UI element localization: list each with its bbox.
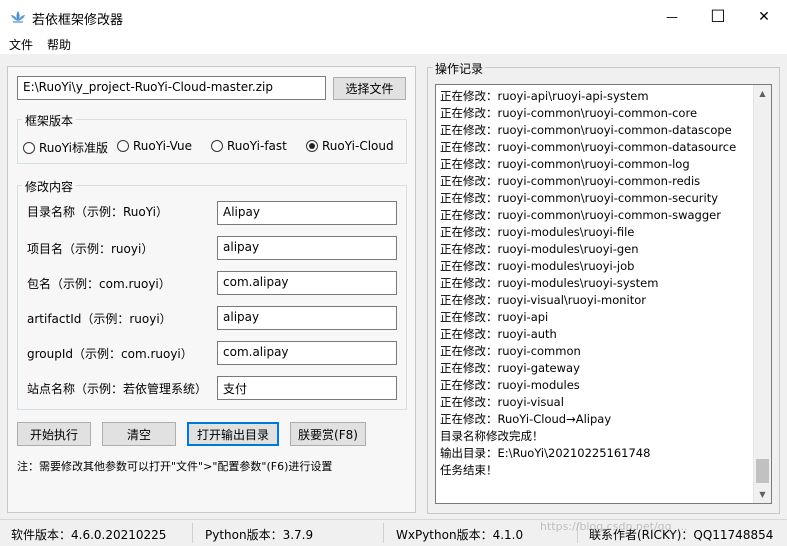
field-label-artifactid: artifactId（示例：ruoyi） bbox=[27, 312, 172, 326]
log-line: 正在修改：ruoyi-api\ruoyi-api-system bbox=[440, 89, 649, 103]
radio-ruoyi-fast[interactable]: RuoYi-fast bbox=[211, 139, 287, 153]
radio-label: RuoYi标准版 bbox=[39, 141, 108, 155]
scroll-up-arrow-icon[interactable]: ▲ bbox=[754, 85, 771, 102]
field-label-groupid: groupId（示例：com.ruoyi） bbox=[27, 347, 193, 361]
groupid-input[interactable]: com.alipay bbox=[217, 341, 397, 365]
status-wxpython-version: WxPython版本：4.1.0 bbox=[396, 528, 524, 542]
choose-file-button[interactable]: 选择文件 bbox=[333, 77, 406, 100]
log-textarea[interactable]: 正在修改：ruoyi-api\ruoyi-api-system 正在修改：ruoy… bbox=[435, 84, 772, 504]
scroll-down-arrow-icon[interactable]: ▼ bbox=[754, 486, 771, 503]
ruoyi-lotus-icon bbox=[11, 11, 25, 23]
reward-button[interactable]: 朕要赏(F8) bbox=[290, 422, 366, 446]
log-line: 正在修改：ruoyi-common\ruoyi-common-log bbox=[440, 157, 690, 171]
log-line: 目录名称修改完成！ bbox=[440, 429, 544, 443]
radio-indicator bbox=[211, 140, 223, 152]
log-line: 正在修改：ruoyi-visual bbox=[440, 395, 564, 409]
radio-label: RuoYi-Vue bbox=[133, 139, 192, 153]
log-group-label: 操作记录 bbox=[433, 60, 486, 77]
modify-group-label: 修改内容 bbox=[22, 178, 77, 195]
close-icon: ✕ bbox=[758, 9, 770, 25]
radio-indicator bbox=[117, 140, 129, 152]
minimize-icon: — bbox=[666, 10, 678, 24]
status-divider bbox=[383, 523, 384, 543]
log-line: 正在修改：ruoyi-common\ruoyi-common-swagger bbox=[440, 208, 721, 222]
close-button[interactable]: ✕ bbox=[741, 0, 787, 34]
artifactid-input[interactable]: alipay bbox=[217, 306, 397, 330]
field-label-package: 包名（示例：com.ruoyi） bbox=[27, 277, 171, 291]
package-name-input[interactable]: com.alipay bbox=[217, 271, 397, 295]
log-line: 正在修改：ruoyi-common bbox=[440, 344, 581, 358]
status-divider bbox=[192, 523, 193, 543]
log-line: 正在修改：ruoyi-common\ruoyi-common-redis bbox=[440, 174, 701, 188]
log-lines: 正在修改：ruoyi-api\ruoyi-api-system 正在修改：ruoy… bbox=[440, 88, 752, 479]
radio-label: RuoYi-fast bbox=[227, 139, 287, 153]
log-line: 输出目录：E:\RuoYi\20210225161748 bbox=[440, 446, 651, 460]
framework-group-label: 框架版本 bbox=[22, 112, 77, 129]
log-line: 正在修改：ruoyi-common\ruoyi-common-datascope bbox=[440, 123, 732, 137]
menu-bar: 文件 帮助 bbox=[0, 34, 787, 54]
menu-help[interactable]: 帮助 bbox=[47, 36, 71, 53]
radio-label: RuoYi-Cloud bbox=[322, 139, 394, 153]
scrollbar-thumb[interactable] bbox=[756, 459, 769, 483]
minimize-button[interactable]: — bbox=[649, 0, 695, 34]
open-output-button[interactable]: 打开输出目录 bbox=[187, 422, 279, 446]
field-label-project: 项目名（示例：ruoyi） bbox=[27, 242, 154, 256]
window-title: 若依框架修改器 bbox=[32, 13, 124, 28]
log-line: 正在修改：ruoyi-modules\ruoyi-job bbox=[440, 259, 635, 273]
status-python-version: Python版本：3.7.9 bbox=[205, 528, 314, 542]
log-line: 正在修改：ruoyi-modules\ruoyi-system bbox=[440, 276, 659, 290]
directory-name-input[interactable]: Alipay bbox=[217, 201, 397, 225]
log-line: 正在修改：ruoyi-auth bbox=[440, 327, 557, 341]
project-name-input[interactable]: alipay bbox=[217, 236, 397, 260]
field-label-site-name: 站点名称（示例：若依管理系统） bbox=[27, 382, 208, 396]
status-software-version: 软件版本：4.6.0.20210225 bbox=[11, 528, 167, 542]
config-note: 注：需要修改其他参数可以打开"文件">"配置参数"(F6)进行设置 bbox=[17, 460, 333, 473]
radio-ruoyi-vue[interactable]: RuoYi-Vue bbox=[117, 139, 192, 153]
field-label-directory: 目录名称（示例：RuoYi） bbox=[27, 205, 168, 219]
maximize-button[interactable]: ☐ bbox=[695, 0, 741, 34]
menu-file[interactable]: 文件 bbox=[9, 36, 33, 53]
maximize-icon: ☐ bbox=[710, 7, 726, 27]
site-name-input[interactable]: 支付 bbox=[217, 376, 397, 400]
log-line: 任务结束！ bbox=[440, 463, 498, 477]
watermark-text: https://blog.csdn.net/qq_... bbox=[540, 520, 688, 533]
log-line: 正在修改：ruoyi-modules\ruoyi-gen bbox=[440, 242, 639, 256]
log-scrollbar[interactable]: ▲ ▼ bbox=[753, 85, 771, 503]
log-line: 正在修改：ruoyi-api bbox=[440, 310, 549, 324]
file-path-input[interactable]: E:\RuoYi\y_project-RuoYi-Cloud-master.zi… bbox=[17, 76, 326, 100]
log-line: 正在修改：ruoyi-common\ruoyi-common-core bbox=[440, 106, 698, 120]
log-line: 正在修改：ruoyi-common\ruoyi-common-datasourc… bbox=[440, 140, 737, 154]
start-button[interactable]: 开始执行 bbox=[17, 422, 91, 446]
log-line: 正在修改：ruoyi-modules\ruoyi-file bbox=[440, 225, 635, 239]
log-line: 正在修改：ruoyi-gateway bbox=[440, 361, 580, 375]
title-bar: 若依框架修改器 — ☐ ✕ bbox=[0, 0, 787, 34]
log-line: 正在修改：ruoyi-visual\ruoyi-monitor bbox=[440, 293, 646, 307]
log-line: 正在修改：RuoYi-Cloud→Alipay bbox=[440, 412, 612, 426]
radio-indicator-checked bbox=[306, 140, 318, 152]
clear-button[interactable]: 清空 bbox=[102, 422, 176, 446]
radio-indicator bbox=[23, 141, 35, 154]
log-line: 正在修改：ruoyi-common\ruoyi-common-security bbox=[440, 191, 719, 205]
radio-ruoyi-cloud[interactable]: RuoYi-Cloud bbox=[306, 139, 394, 153]
radio-ruoyi-standard[interactable]: RuoYi标准版 bbox=[23, 139, 108, 156]
log-line: 正在修改：ruoyi-modules bbox=[440, 378, 580, 392]
